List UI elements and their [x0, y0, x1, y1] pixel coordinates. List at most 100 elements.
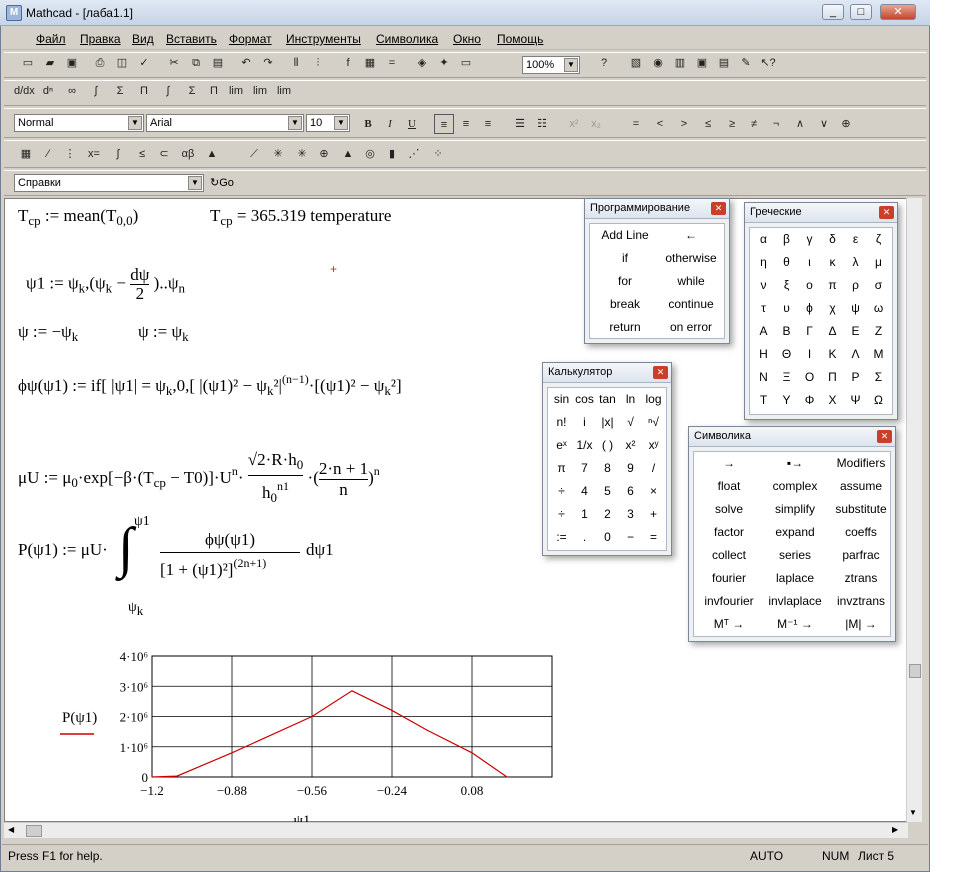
greek-letter-button[interactable]: ζ [867, 232, 890, 246]
italic-button[interactable]: I [380, 114, 400, 134]
symbolic-button[interactable]: invlaplace [762, 594, 828, 608]
programming-toolbar-icon[interactable]: ⊂ [154, 144, 174, 164]
greek-letter-button[interactable]: Ψ [844, 393, 867, 407]
menu-symbolics[interactable]: Символика [376, 32, 438, 46]
greek-letter-button[interactable]: Ω [867, 393, 890, 407]
greek-toolbar-icon[interactable]: αβ [178, 144, 198, 164]
programming-button[interactable]: break [592, 297, 658, 311]
boolean-toolbar-icon[interactable]: ≤ [132, 144, 152, 164]
calculator-key-button[interactable]: + [642, 507, 665, 521]
calculator-key-button[interactable]: ⁿ√ [642, 415, 665, 429]
menu-file[interactable]: Файл [36, 32, 66, 46]
greater-op[interactable]: > [674, 114, 694, 134]
greek-letter-button[interactable]: ο [798, 278, 821, 292]
horizontal-scrollbar[interactable]: ◀ ▶ [4, 822, 908, 838]
cut-icon[interactable]: ✂ [164, 53, 184, 73]
font-select[interactable]: Arial ▼ [146, 114, 304, 132]
limit-icon[interactable]: lim [226, 81, 246, 101]
calculator-key-button[interactable]: 1/x [573, 438, 596, 452]
align-icon[interactable]: ⫴ [286, 53, 306, 73]
toolbar-icon-f[interactable]: ✎ [736, 53, 756, 73]
greek-letter-button[interactable]: ψ [844, 301, 867, 315]
greek-letter-button[interactable]: Β [775, 324, 798, 338]
symbolic-button[interactable]: assume [828, 479, 894, 493]
calculator-key-button[interactable]: i [573, 415, 596, 429]
greek-letter-button[interactable]: γ [798, 232, 821, 246]
ne-op[interactable]: ≠ [744, 114, 764, 134]
greek-close-icon[interactable]: ✕ [879, 206, 894, 219]
calculator-key-button[interactable]: − [619, 530, 642, 544]
matrix-toolbar-icon[interactable]: ⋮ [60, 144, 80, 164]
ge-op[interactable]: ≥ [722, 114, 742, 134]
calculator-key-button[interactable]: cos [573, 392, 596, 406]
menu-window[interactable]: Окно [453, 32, 481, 46]
definite-integral-icon[interactable]: ∫ [86, 81, 106, 101]
programming-button[interactable]: return [592, 320, 658, 334]
less-op[interactable]: < [650, 114, 670, 134]
greek-letter-button[interactable]: Χ [821, 393, 844, 407]
toolbar-icon-d[interactable]: ▣ [692, 53, 712, 73]
product-icon[interactable]: Π [204, 81, 224, 101]
infinity-icon[interactable]: ∞ [62, 81, 82, 101]
programming-button[interactable]: on error [658, 320, 724, 334]
limit-left-icon[interactable]: lim [274, 81, 294, 101]
minimize-button[interactable]: _ [822, 4, 844, 20]
equation-phipsi[interactable]: ϕψ(ψ1) := if[ |ψ1| = ψk,0,[ |(ψ1)² − ψk²… [18, 372, 402, 399]
polar-icon[interactable]: ⊕ [314, 144, 334, 164]
greek-letter-button[interactable]: Τ [752, 393, 775, 407]
toolbar-icon-b[interactable]: ◉ [648, 53, 668, 73]
greek-letter-button[interactable]: Γ [798, 324, 821, 338]
integrand-numerator[interactable]: ϕψ(ψ1) [160, 528, 300, 553]
sum-range-icon[interactable]: Σ [110, 81, 130, 101]
symbolic-button[interactable]: M⁻¹ → [762, 617, 828, 631]
scroll-down-icon[interactable]: ▼ [909, 808, 917, 817]
equation-p[interactable]: P(ψ1) := μU· [18, 540, 108, 560]
symbolic-button[interactable]: |M| → [828, 617, 894, 631]
greek-letter-button[interactable]: Θ [775, 347, 798, 361]
xy-plot[interactable]: −1.2 −0.88 −0.56 −0.24 0.08 0 1·10⁶ 2·10⁶ 3·10⁶ 4… [40, 640, 580, 830]
greek-letter-button[interactable]: η [752, 255, 775, 269]
symbolic-button[interactable]: solve [696, 502, 762, 516]
calculator-key-button[interactable]: ÷ [550, 484, 573, 498]
calculator-key-button[interactable]: |x| [596, 415, 619, 429]
scroll-right-icon[interactable]: ▶ [892, 825, 898, 834]
greek-letter-button[interactable]: δ [821, 232, 844, 246]
greek-letter-button[interactable]: Μ [867, 347, 890, 361]
symbolic-toolbar-icon[interactable]: ▲ [202, 144, 222, 164]
bullets-icon[interactable]: ☰ [510, 114, 530, 134]
bold-button[interactable]: B [358, 114, 378, 134]
copy-icon[interactable]: ⧉ [186, 53, 206, 73]
calculator-key-button[interactable]: π [550, 461, 573, 475]
indefinite-integral-icon[interactable]: ∫ [158, 81, 178, 101]
zoom-select[interactable]: 100% ▼ [522, 56, 580, 74]
derivative-icon[interactable]: d/dx [14, 81, 35, 101]
calculator-key-button[interactable]: ( ) [596, 438, 619, 452]
greek-letter-button[interactable]: Η [752, 347, 775, 361]
symbolic-button[interactable]: simplify [762, 502, 828, 516]
greek-letter-button[interactable]: Δ [821, 324, 844, 338]
superscript-icon[interactable]: x² [564, 114, 584, 134]
greek-letter-button[interactable]: α [752, 232, 775, 246]
greek-letter-button[interactable]: ε [844, 232, 867, 246]
calculator-key-button[interactable]: eˣ [550, 438, 573, 452]
programming-close-icon[interactable]: ✕ [711, 202, 726, 215]
greek-letter-button[interactable]: ξ [775, 278, 798, 292]
greek-letter-button[interactable]: ρ [844, 278, 867, 292]
surface-plot-icon[interactable]: ✳ [292, 144, 312, 164]
greek-letter-button[interactable]: Κ [821, 347, 844, 361]
le-op[interactable]: ≤ [698, 114, 718, 134]
component-icon[interactable]: ✦ [434, 53, 454, 73]
greek-letter-button[interactable]: κ [821, 255, 844, 269]
greek-letter-button[interactable]: Ο [798, 370, 821, 384]
greek-letter-button[interactable]: θ [775, 255, 798, 269]
close-button[interactable]: ✕ [880, 4, 916, 20]
symbolic-button[interactable]: parfrac [828, 548, 894, 562]
go-button[interactable]: ↻Go [210, 176, 234, 189]
calculator-key-button[interactable]: = [642, 530, 665, 544]
equal-op[interactable]: = [626, 114, 646, 134]
align-center-icon[interactable]: ≡ [456, 114, 476, 134]
symbolic-button[interactable]: fourier [696, 571, 762, 585]
calculator-key-button[interactable]: 3 [619, 507, 642, 521]
integral-upper[interactable]: ψ1 [134, 514, 150, 530]
maximize-button[interactable]: □ [850, 4, 872, 20]
